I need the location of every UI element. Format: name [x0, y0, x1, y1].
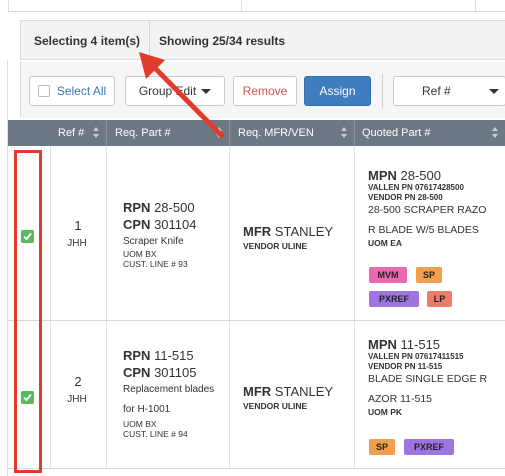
cust-line: CUST. LINE # 94	[123, 429, 188, 439]
quoted-description: BLADE SINGLE EDGE R	[368, 373, 488, 385]
req-part-cell: RPN 11-515 CPN 301105 Replacement blades…	[123, 347, 214, 439]
assignee-initials: JHH	[67, 238, 87, 249]
ref-number: 1	[74, 218, 82, 233]
bulk-action-toolbar: Select All Group Edit Remove Assign Ref …	[20, 62, 505, 118]
table-row[interactable]: 2 JHH RPN 11-515 CPN 301105 Replacement …	[8, 321, 505, 469]
caret-down-icon	[489, 89, 499, 94]
sort-icon	[93, 127, 100, 139]
quoted-part-cell: MPN 28-500 VALLEN PN 07617428500 VENDOR …	[368, 168, 505, 248]
cpn-label: CPN	[123, 365, 151, 380]
annotation-arrow-icon	[139, 52, 225, 139]
part-description: Scraper Knife	[123, 236, 184, 247]
tag-pxref[interactable]: PXREF	[369, 291, 419, 307]
tag-mvm[interactable]: MVM	[369, 267, 407, 283]
manufacturer: MFR STANLEY	[243, 224, 333, 239]
rpn-label: RPN	[123, 200, 151, 215]
rpn-label: RPN	[123, 348, 151, 363]
rpn-value: 11-515	[154, 348, 194, 363]
toolbar-divider	[382, 74, 383, 108]
quoted-part-cell: MPN 11-515 VALLEN PN 07617411515 VENDOR …	[368, 337, 505, 417]
select-all-button[interactable]: Select All	[29, 76, 115, 106]
remove-button[interactable]: Remove	[233, 76, 297, 106]
mpn-value: 11-515	[400, 337, 441, 352]
cpn-value: 301104	[154, 217, 197, 232]
cell-divider	[106, 146, 107, 320]
column-divider	[475, 0, 476, 12]
sort-icon	[492, 127, 499, 139]
uom: UOM BX	[123, 249, 157, 259]
cpn-value: 301105	[154, 365, 197, 380]
mfr-label: MFR	[243, 384, 272, 399]
column-header-ref[interactable]: Ref #	[50, 120, 106, 146]
assignee-initials: JHH	[67, 394, 87, 405]
part-description: for H-1001	[123, 404, 171, 415]
cell-divider	[229, 146, 230, 320]
mfr-value: STANLEY	[274, 384, 334, 399]
part-description: Replacement blades	[123, 384, 215, 395]
vallen-pn: VALLEN PN 07617411515	[368, 352, 464, 361]
cell-divider	[50, 321, 51, 468]
selection-info-bar: Selecting 4 item(s) Showing 25/34 result…	[20, 20, 505, 60]
mpn-label: MPN	[368, 168, 397, 183]
req-part-cell: RPN 28-500 CPN 301104 Scraper Knife UOM …	[123, 199, 197, 269]
manufacturer: MFR STANLEY	[243, 384, 333, 399]
quoted-uom: UOM EA	[368, 238, 402, 248]
select-all-label: Select All	[56, 84, 107, 98]
previous-row-strip	[8, 0, 505, 12]
uom: UOM BX	[123, 419, 157, 429]
tag-sp[interactable]: SP	[416, 267, 442, 283]
cell-divider	[354, 146, 355, 320]
vendor: VENDOR ULINE	[243, 241, 308, 251]
quoted-description: AZOR 11-515	[368, 393, 432, 405]
cell-divider	[106, 321, 107, 468]
table-row[interactable]: 1 JHH RPN 28-500 CPN 301104 Scraper Knif…	[8, 146, 505, 321]
tag-pxref[interactable]: PXREF	[404, 439, 454, 455]
vendor-pn: VENDOR PN 28-500	[368, 193, 443, 202]
table-header: Ref # Req. Part # Req. MFR/VEN Quoted Pa…	[8, 120, 505, 146]
cell-divider	[354, 321, 355, 468]
mfr-value: STANLEY	[274, 224, 334, 239]
select-all-checkbox[interactable]	[37, 85, 50, 97]
tag-lp[interactable]: LP	[427, 291, 452, 307]
cust-line: CUST. LINE # 93	[123, 259, 188, 269]
sort-field-select[interactable]: Ref #	[393, 76, 505, 106]
column-header-quoted-part[interactable]: Quoted Part #	[355, 120, 505, 146]
column-header-req-mfr[interactable]: Req. MFR/VEN	[230, 120, 354, 146]
rpn-value: 28-500	[154, 200, 195, 215]
cell-divider	[229, 321, 230, 468]
sort-field-value: Ref #	[422, 84, 451, 98]
cell-divider	[50, 146, 51, 320]
quoted-description: R BLADE W/5 BLADES	[368, 224, 479, 236]
quoted-description: 28-500 SCRAPER RAZO	[368, 204, 487, 216]
mfr-label: MFR	[243, 224, 272, 239]
quoted-uom: UOM PK	[368, 407, 402, 417]
mpn-value: 28-500	[400, 168, 441, 183]
sort-icon	[341, 127, 348, 139]
cpn-label: CPN	[123, 217, 151, 232]
tag-sp[interactable]: SP	[369, 439, 395, 455]
column-divider	[241, 0, 242, 12]
vallen-pn: VALLEN PN 07617428500	[368, 183, 464, 192]
ref-number: 2	[74, 374, 82, 389]
selection-count: Selecting 4 item(s)	[34, 34, 141, 48]
vendor: VENDOR ULINE	[243, 401, 308, 411]
mpn-label: MPN	[368, 337, 397, 352]
vendor-pn: VENDOR PN 11-515	[368, 362, 443, 371]
assign-button[interactable]: Assign	[304, 76, 371, 106]
annotation-highlight-box	[14, 150, 42, 473]
